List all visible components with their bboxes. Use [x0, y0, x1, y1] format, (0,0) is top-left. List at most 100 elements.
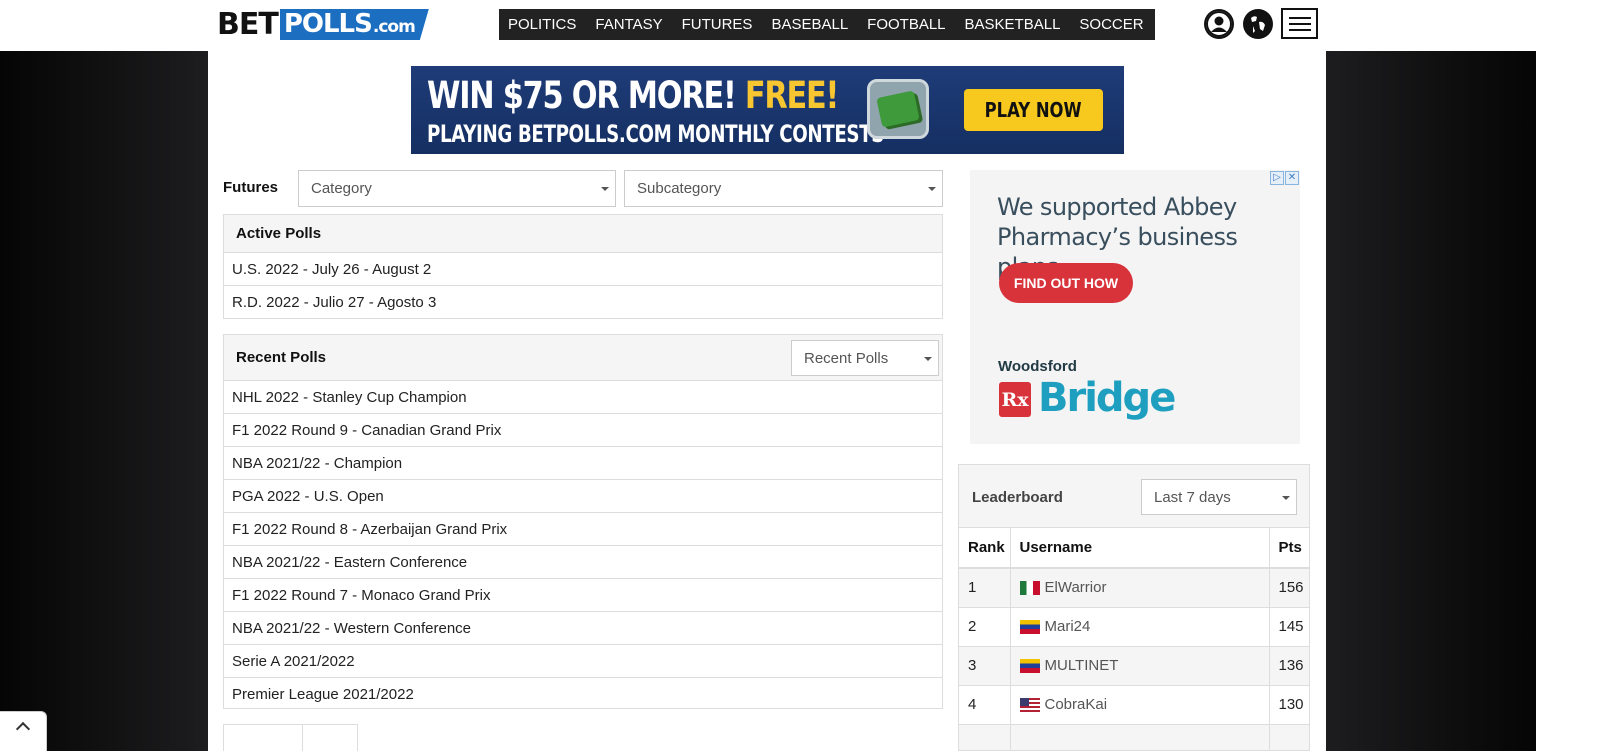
close-icon[interactable]: ✕	[1285, 171, 1299, 185]
play-now-button[interactable]: PLAY NOW	[964, 89, 1103, 131]
ad-brand-bridge: Bridge	[1038, 375, 1176, 421]
rank-cell: 3	[959, 646, 1010, 686]
logo-polls-word: POLLS	[283, 9, 373, 39]
chevron-up-icon	[15, 721, 31, 737]
table-row: 3 MULTINET 136	[959, 646, 1309, 686]
leaderboard-header-row: Rank Username Pts	[959, 528, 1309, 569]
recent-poll-item[interactable]: NBA 2021/22 - Eastern Conference	[224, 546, 942, 579]
recent-polls-title: Recent Polls	[236, 349, 327, 366]
main-nav: POLITICS FANTASY FUTURES BASEBALL FOOTBA…	[499, 9, 1226, 40]
page-background-right	[1326, 51, 1536, 751]
hamburger-menu-icon[interactable]	[1281, 8, 1318, 39]
nav-soccer[interactable]: SOCCER	[1079, 16, 1143, 33]
recent-poll-item[interactable]: NBA 2021/22 - Western Conference	[224, 612, 942, 645]
table-row: 4 CobraKai 130	[959, 685, 1309, 725]
nav-baseball[interactable]: BASEBALL	[771, 16, 848, 33]
venezuela-flag-icon	[1019, 658, 1040, 673]
pharmacy-ad[interactable]: ▷ ✕ We supported Abbey Pharmacy’s busine…	[970, 170, 1300, 444]
banner-headline-free: FREE!	[744, 74, 839, 117]
rank-cell: 4	[959, 685, 1010, 725]
points-cell	[1268, 724, 1309, 750]
user-icon[interactable]	[1204, 9, 1234, 39]
username-link[interactable]: Mari24	[1019, 618, 1269, 635]
logo-bet-text: BET	[217, 7, 279, 42]
nav-fantasy[interactable]: FANTASY	[595, 16, 662, 33]
category-select[interactable]: Category	[298, 170, 616, 207]
ad-brand-woodsford: Woodsford	[998, 358, 1077, 375]
usa-flag-icon	[1019, 697, 1040, 712]
contest-banner[interactable]: WIN $75 OR MORE! FREE! PLAYING BETPOLLS.…	[411, 66, 1124, 154]
find-out-how-button[interactable]: FIND OUT HOW	[999, 263, 1133, 303]
username-cell: MULTINET	[1009, 646, 1269, 686]
rank-cell	[959, 724, 1010, 750]
column-header-rank[interactable]: Rank	[959, 528, 1010, 569]
table-row: 2 Mari24 145	[959, 607, 1309, 647]
nav-futures[interactable]: FUTURES	[682, 16, 753, 33]
recent-poll-item[interactable]: NBA 2021/22 - Champion	[224, 447, 942, 480]
nav-politics[interactable]: POLITICS	[508, 16, 576, 33]
rank-cell: 2	[959, 607, 1010, 647]
banner-headline: WIN $75 OR MORE! FREE!	[427, 74, 839, 117]
category-select-value: Category	[311, 180, 372, 197]
page-background-left	[0, 51, 208, 751]
column-header-pts[interactable]: Pts	[1268, 528, 1309, 569]
adchoices-icon[interactable]: ▷	[1270, 171, 1284, 185]
username-text: CobraKai	[1044, 696, 1108, 713]
ad-controls: ▷ ✕	[1270, 171, 1299, 185]
nav-football[interactable]: FOOTBALL	[867, 16, 945, 33]
play-now-label: PLAY NOW	[985, 98, 1082, 122]
recent-poll-item[interactable]: F1 2022 Round 7 - Monaco Grand Prix	[224, 579, 942, 612]
subcategory-select[interactable]: Subcategory	[624, 170, 943, 207]
username-cell	[1009, 724, 1269, 750]
nav-basketball[interactable]: BASKETBALL	[965, 16, 1061, 33]
username-text: Mari24	[1044, 618, 1091, 635]
username-link[interactable]: ElWarrior	[1019, 579, 1269, 597]
venezuela-flag-icon	[1019, 619, 1040, 634]
active-polls-title: Active Polls	[224, 215, 942, 253]
leaderboard-period-select[interactable]: Last 7 days	[1141, 479, 1297, 515]
scroll-top-button[interactable]	[0, 711, 47, 751]
chevron-down-icon	[601, 187, 609, 191]
username-cell: ElWarrior	[1009, 568, 1269, 608]
recent-poll-item[interactable]: F1 2022 Round 9 - Canadian Grand Prix	[224, 414, 942, 447]
table-row	[959, 724, 1309, 750]
recent-polls-select[interactable]: Recent Polls	[791, 340, 939, 376]
rx-logo-icon: Rx	[999, 382, 1031, 417]
table-row: 1 ElWarrior 156	[959, 568, 1309, 608]
banner-subline: PLAYING BETPOLLS.COM MONTHLY CONTESTS	[427, 120, 885, 148]
username-link[interactable]: MULTINET	[1019, 657, 1269, 674]
username-link[interactable]: CobraKai	[1019, 696, 1269, 713]
points-cell: 145	[1268, 607, 1309, 647]
recent-poll-item[interactable]: Serie A 2021/2022	[224, 645, 942, 678]
subcategory-select-value: Subcategory	[637, 180, 722, 197]
active-poll-item[interactable]: R.D. 2022 - Julio 27 - Agosto 3	[224, 286, 942, 319]
pagination-button[interactable]	[223, 724, 303, 751]
chevron-down-icon	[928, 187, 936, 191]
rank-cell: 1	[959, 568, 1010, 608]
recent-poll-item[interactable]: F1 2022 Round 8 - Azerbaijan Grand Prix	[224, 513, 942, 546]
points-cell: 136	[1268, 646, 1309, 686]
username-cell: CobraKai	[1009, 685, 1269, 725]
points-cell: 130	[1268, 685, 1309, 725]
logo-tld: .com	[372, 17, 416, 37]
username-text: MULTINET	[1044, 657, 1119, 674]
leaderboard-table: Rank Username Pts 1 ElWarrior 156 2 Mari…	[959, 528, 1309, 750]
globe-icon[interactable]	[1243, 9, 1273, 39]
recent-poll-item[interactable]: NHL 2022 - Stanley Cup Champion	[224, 381, 942, 414]
futures-label: Futures	[223, 179, 279, 196]
recent-poll-item[interactable]: Premier League 2021/2022	[224, 678, 942, 711]
betpolls-logo[interactable]: BET POLLS .com	[217, 9, 453, 40]
active-poll-item[interactable]: U.S. 2022 - July 26 - August 2	[224, 253, 942, 286]
logo-polls-text: POLLS .com	[279, 9, 429, 40]
chevron-down-icon	[1282, 496, 1290, 500]
leaderboard-period-value: Last 7 days	[1154, 488, 1231, 506]
recent-polls-header: Recent Polls Recent Polls	[224, 335, 942, 381]
recent-poll-item[interactable]: PGA 2022 - U.S. Open	[224, 480, 942, 513]
leaderboard-title: Leaderboard	[972, 489, 1063, 506]
pagination-button[interactable]	[302, 724, 358, 751]
leaderboard-header: Leaderboard Last 7 days	[959, 465, 1309, 528]
username-text: ElWarrior	[1044, 579, 1107, 597]
cash-icon	[867, 79, 929, 139]
column-header-username[interactable]: Username	[1009, 528, 1269, 569]
page-margin-right	[1536, 51, 1600, 751]
